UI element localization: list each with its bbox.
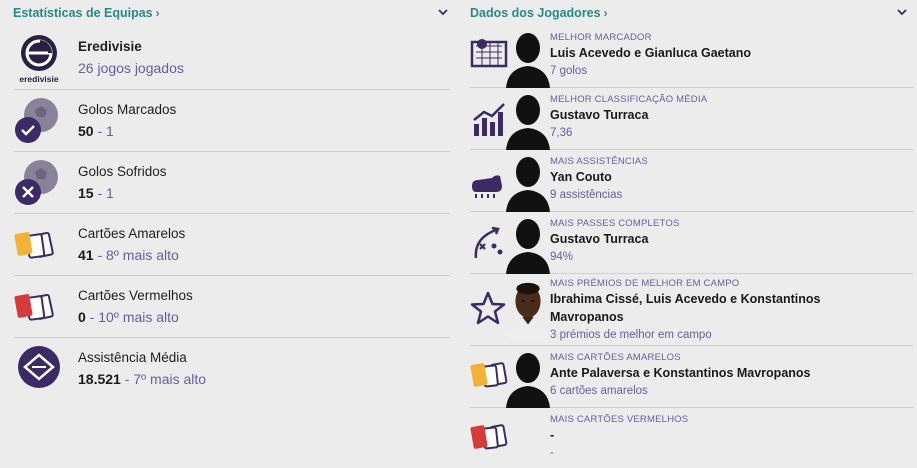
player-silhouette-icon — [506, 95, 550, 150]
red-cards-icon — [470, 424, 508, 450]
player-name[interactable]: Ibrahima Cissé, Luis Acevedo e Konstanti… — [550, 290, 850, 326]
stat-row-yellow-cards: Cartões Amarelos 41 - 8º mais alto — [14, 214, 450, 276]
category-label: Melhor Marcador — [550, 32, 652, 43]
player-row-most-passes[interactable]: Mais Passes Completos Gustavo Turraca 94… — [470, 212, 913, 274]
stat-value: 6 cartões amarelos — [550, 385, 648, 397]
stat-value: 94% — [550, 251, 574, 263]
category-label: Mais Passes Completos — [550, 218, 680, 229]
goals-scored-rank: - 1 — [93, 122, 114, 139]
stat-value: - — [550, 447, 554, 459]
category-label: Melhor Classificação Média — [550, 94, 708, 105]
player-name[interactable]: Ante Palaversa e Konstantinos Mavropanos — [550, 364, 909, 382]
red-cards-label: Cartões Vermelhos — [78, 287, 193, 303]
stat-value: 7 golos — [550, 65, 588, 77]
player-stats-header[interactable]: Dados dos Jogadores › — [462, 0, 917, 26]
red-cards-value: 0 — [78, 308, 86, 325]
player-silhouette-icon — [506, 33, 550, 88]
player-name[interactable]: Gustavo Turraca — [550, 106, 909, 124]
yellow-cards-icon — [14, 220, 64, 270]
stat-row-goals-scored: Golos Marcados 50 - 1 — [14, 90, 450, 152]
league-name[interactable]: Eredivisie — [78, 38, 184, 56]
stat-row-goals-conceded: Golos Sofridos 15 - 1 — [14, 152, 450, 214]
chevron-right-icon[interactable]: › — [156, 6, 160, 20]
category-label: Mais Prémios de Melhor em Campo — [550, 278, 740, 289]
eredivisie-logo-icon: eredivisie — [14, 33, 64, 84]
category-label: Mais Cartões Amarelos — [550, 352, 681, 363]
player-row-best-rating[interactable]: Melhor Classificação Média Gustavo Turra… — [470, 88, 913, 150]
ball-check-icon — [14, 96, 64, 146]
goals-conceded-rank: - 1 — [93, 184, 114, 201]
chevron-down-icon[interactable] — [437, 7, 449, 17]
chevron-right-icon[interactable]: › — [604, 6, 608, 20]
player-silhouette-icon — [506, 219, 550, 274]
player-row-most-yellow-cards[interactable]: Mais Cartões Amarelos Ante Palaversa e K… — [470, 346, 913, 408]
yellow-cards-label: Cartões Amarelos — [78, 225, 186, 241]
ball-cross-icon — [14, 158, 64, 208]
eredivisie-logo-text: eredivisie — [19, 74, 58, 84]
team-stats-panel: Estatísticas de Equipas › eredivisie Ere… — [0, 0, 458, 400]
attendance-value: 18.521 — [78, 371, 121, 387]
stat-row-red-cards: Cartões Vermelhos 0 - 10º mais alto — [14, 276, 450, 338]
player-stats-panel: Dados dos Jogadores › Melhor Marcador Lu… — [462, 0, 917, 468]
chevron-down-icon[interactable] — [896, 7, 908, 17]
games-played: 26 jogos jogados — [78, 59, 184, 76]
player-photo — [508, 282, 548, 338]
player-row-top-scorer[interactable]: Melhor Marcador Luis Acevedo e Gianluca … — [470, 26, 913, 88]
category-label: Mais Cartões Vermelhos — [550, 414, 689, 425]
yellow-cards-value: 41 — [78, 246, 94, 263]
attendance-label: Assistência Média — [78, 350, 187, 365]
red-cards-rank: - 10º mais alto — [85, 308, 179, 325]
player-row-most-red-cards[interactable]: Mais Cartões Vermelhos - - — [470, 408, 913, 468]
player-row-most-motm[interactable]: Mais Prémios de Melhor em Campo Ibrahima… — [470, 274, 913, 346]
stat-row-attendance: Assistência Média 18.521 - 7º mais alto — [14, 338, 450, 400]
player-name[interactable]: Gustavo Turraca — [550, 230, 909, 248]
player-name[interactable]: Luis Acevedo e Gianluca Gaetano — [550, 44, 909, 62]
yellow-cards-rank: - 8º mais alto — [93, 246, 179, 263]
goals-scored-label: Golos Marcados — [78, 101, 177, 117]
goals-conceded-label: Golos Sofridos — [78, 163, 167, 179]
stat-value: 9 assistências — [550, 189, 623, 201]
red-cards-icon — [14, 282, 64, 332]
goals-scored-value: 50 — [78, 122, 94, 139]
player-silhouette-icon — [506, 353, 550, 408]
player-name: - — [550, 428, 555, 442]
player-stats-title[interactable]: Dados dos Jogadores — [470, 6, 601, 20]
player-row-most-assists[interactable]: Mais Assistências Yan Couto 9 assistênci… — [470, 150, 913, 212]
stat-value: 7,36 — [550, 127, 573, 139]
stadium-icon — [14, 344, 64, 394]
stat-value: 3 prémios de melhor em campo — [550, 329, 712, 341]
player-name[interactable]: Yan Couto — [550, 168, 909, 186]
team-stats-title[interactable]: Estatísticas de Equipas — [13, 6, 153, 20]
player-silhouette-icon — [506, 157, 550, 212]
category-label: Mais Assistências — [550, 156, 648, 167]
team-stats-header[interactable]: Estatísticas de Equipas › — [0, 0, 458, 26]
attendance-rank: - 7º mais alto — [120, 371, 207, 387]
stat-row-league[interactable]: eredivisie Eredivisie 26 jogos jogados — [14, 26, 450, 90]
goals-conceded-value: 15 — [78, 184, 94, 201]
